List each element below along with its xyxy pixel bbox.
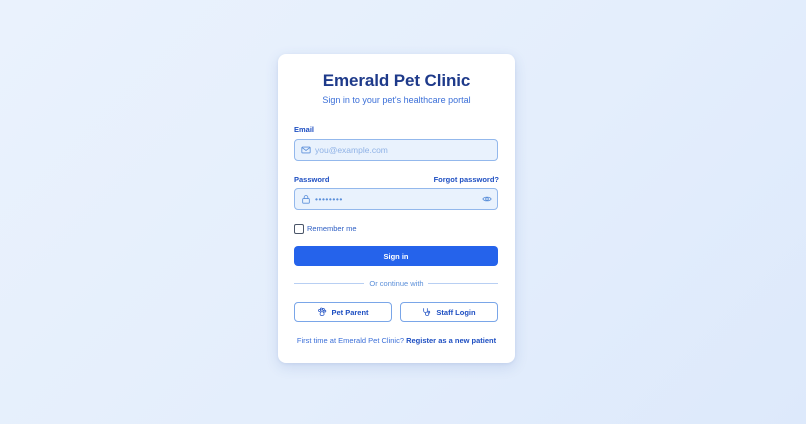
email-field[interactable] [294, 139, 498, 161]
login-card: Emerald Pet Clinic Sign in to your pet's… [278, 54, 515, 363]
password-label: Password [294, 175, 330, 184]
staff-login-label: Staff Login [436, 307, 476, 317]
eye-icon[interactable] [482, 194, 492, 204]
register-prompt-text: First time at Emerald Pet Clinic? [296, 336, 404, 345]
pet-parent-label: Pet Parent [331, 307, 369, 317]
remember-me-label: Remember me [307, 224, 357, 233]
staff-login-button[interactable]: Staff Login [400, 302, 498, 322]
page-title: Emerald Pet Clinic [322, 71, 471, 90]
divider-line-right [428, 283, 498, 284]
mail-icon [301, 146, 311, 154]
password-input[interactable] [315, 189, 475, 209]
register-prompt: First time at Emerald Pet Clinic? Regist… [278, 336, 515, 345]
stethoscope-icon [423, 308, 431, 316]
paw-icon [318, 307, 327, 316]
email-label: Email [294, 125, 315, 134]
sign-in-button[interactable]: Sign in [294, 246, 498, 266]
email-input[interactable] [315, 140, 475, 160]
page-subtitle: Sign in to your pet's healthcare portal [322, 95, 471, 105]
lock-icon [302, 195, 310, 204]
remember-me-checkbox[interactable] [294, 224, 304, 234]
pet-parent-button[interactable]: Pet Parent [294, 302, 392, 322]
password-field[interactable] [294, 188, 498, 210]
forgot-password-link[interactable]: Forgot password? [434, 175, 499, 184]
register-link[interactable]: Register as a new patient [406, 336, 496, 345]
